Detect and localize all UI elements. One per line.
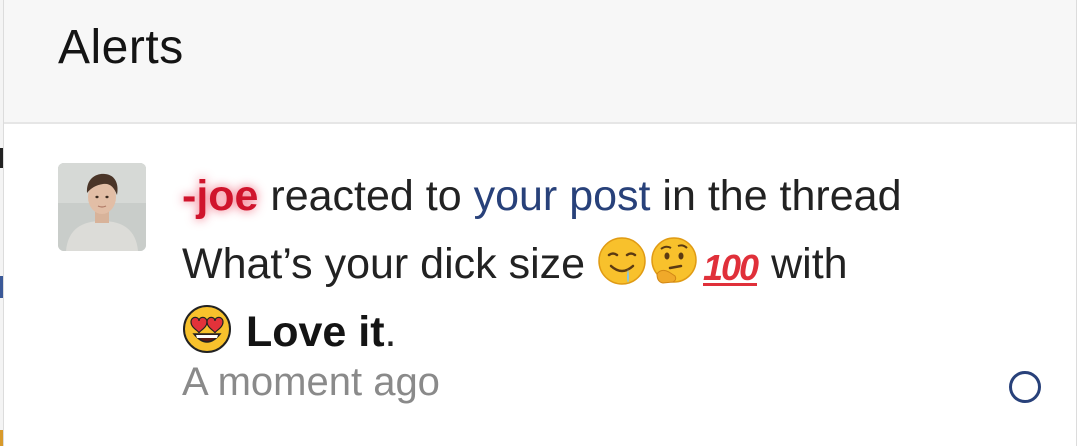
reaction-name: Love it — [245, 308, 385, 356]
post-link[interactable]: your post — [474, 172, 651, 220]
avatar[interactable] — [58, 163, 146, 251]
thinking-face-emoji — [651, 237, 697, 284]
in-thread-text: in the thread — [662, 172, 902, 220]
username-link[interactable]: -joe — [174, 172, 274, 234]
reacted-text: reacted to — [270, 172, 462, 220]
alert-text: -joe reacted to your post in the thread … — [174, 162, 1022, 366]
alerts-panel: Alerts -joe reacted to your post in the … — [3, 0, 1077, 446]
unread-circle-icon[interactable] — [1009, 371, 1041, 403]
heart-eyes-emoji — [183, 305, 231, 353]
thread-title: What’s your dick size — [182, 240, 586, 288]
drooling-face-emoji — [598, 237, 646, 285]
alerts-header: Alerts — [4, 0, 1076, 124]
alert-item[interactable]: -joe reacted to your post in the thread … — [4, 124, 1076, 444]
period: . — [384, 308, 397, 356]
alerts-screen: Alerts -joe reacted to your post in the … — [0, 0, 1080, 446]
username-text: -joe — [182, 172, 259, 220]
timestamp: A moment ago — [182, 360, 440, 404]
with-text: with — [771, 240, 848, 288]
panel-title: Alerts — [58, 21, 184, 74]
hundred-points-emoji: 100 — [703, 247, 759, 288]
avatar-photo — [58, 163, 146, 251]
